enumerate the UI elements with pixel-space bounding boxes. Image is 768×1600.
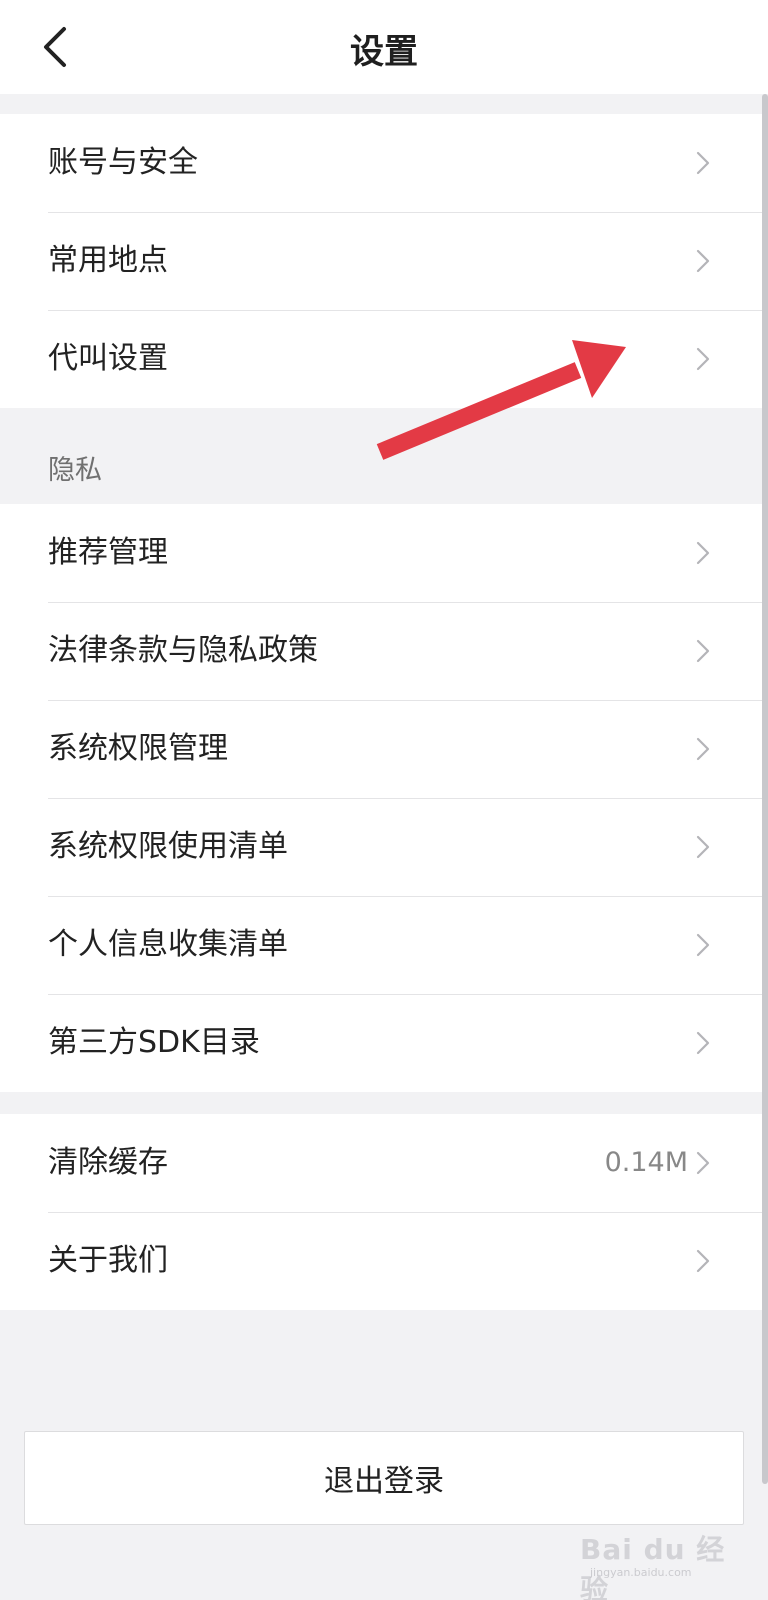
proxy-call-settings-label: 代叫设置 <box>48 341 168 376</box>
personal-info-collection-label: 个人信息收集清单 <box>48 927 288 962</box>
page-title: 设置 <box>350 32 418 72</box>
chevron-right-icon <box>696 347 710 371</box>
chevron-right-icon <box>696 249 710 273</box>
watermark-text: Bai du 经验 <box>580 1533 726 1600</box>
chevron-right-icon <box>696 1249 710 1273</box>
about-us-item[interactable]: 关于我们 <box>0 1212 768 1310</box>
baidu-jingyan-watermark: Bai du 经验 jingyan.baidu.com <box>580 1522 730 1600</box>
clear-cache-label: 清除缓存 <box>48 1145 168 1180</box>
common-places-label: 常用地点 <box>48 243 168 278</box>
clear-cache-item[interactable]: 清除缓存 0.14M <box>0 1114 768 1212</box>
scrollbar[interactable] <box>762 94 768 1484</box>
chevron-right-icon <box>696 1031 710 1055</box>
chevron-right-icon <box>696 639 710 663</box>
settings-group-account: 账号与安全 常用地点 代叫设置 <box>0 114 768 408</box>
recommendation-management-item[interactable]: 推荐管理 <box>0 504 768 602</box>
cache-size-value: 0.14M <box>604 1147 688 1178</box>
permission-usage-list-item[interactable]: 系统权限使用清单 <box>0 798 768 896</box>
third-party-sdk-label: 第三方SDK目录 <box>48 1025 260 1060</box>
system-permission-management-label: 系统权限管理 <box>48 731 228 766</box>
settings-group-misc: 清除缓存 0.14M 关于我们 <box>0 1114 768 1310</box>
system-permission-management-item[interactable]: 系统权限管理 <box>0 700 768 798</box>
chevron-right-icon <box>696 1151 710 1175</box>
third-party-sdk-item[interactable]: 第三方SDK目录 <box>0 994 768 1092</box>
legal-privacy-policy-label: 法律条款与隐私政策 <box>48 633 318 668</box>
account-security-item[interactable]: 账号与安全 <box>0 114 768 212</box>
about-us-label: 关于我们 <box>48 1243 168 1278</box>
account-security-label: 账号与安全 <box>48 145 198 180</box>
settings-group-privacy: 推荐管理 法律条款与隐私政策 系统权限管理 系统权限使用清单 个人信息收集清单 … <box>0 504 768 1092</box>
chevron-right-icon <box>696 737 710 761</box>
chevron-right-icon <box>696 541 710 565</box>
privacy-section-label: 隐私 <box>48 455 102 486</box>
chevron-right-icon <box>696 151 710 175</box>
proxy-call-settings-item[interactable]: 代叫设置 <box>0 310 768 408</box>
legal-privacy-policy-item[interactable]: 法律条款与隐私政策 <box>0 602 768 700</box>
chevron-right-icon <box>696 933 710 957</box>
personal-info-collection-item[interactable]: 个人信息收集清单 <box>0 896 768 994</box>
watermark-subtext: jingyan.baidu.com <box>590 1566 692 1579</box>
recommendation-management-label: 推荐管理 <box>48 535 168 570</box>
top-nav-bar: 设置 <box>0 0 768 94</box>
logout-button[interactable]: 退出登录 <box>24 1431 744 1525</box>
permission-usage-list-label: 系统权限使用清单 <box>48 829 288 864</box>
chevron-right-icon <box>696 835 710 859</box>
common-places-item[interactable]: 常用地点 <box>0 212 768 310</box>
